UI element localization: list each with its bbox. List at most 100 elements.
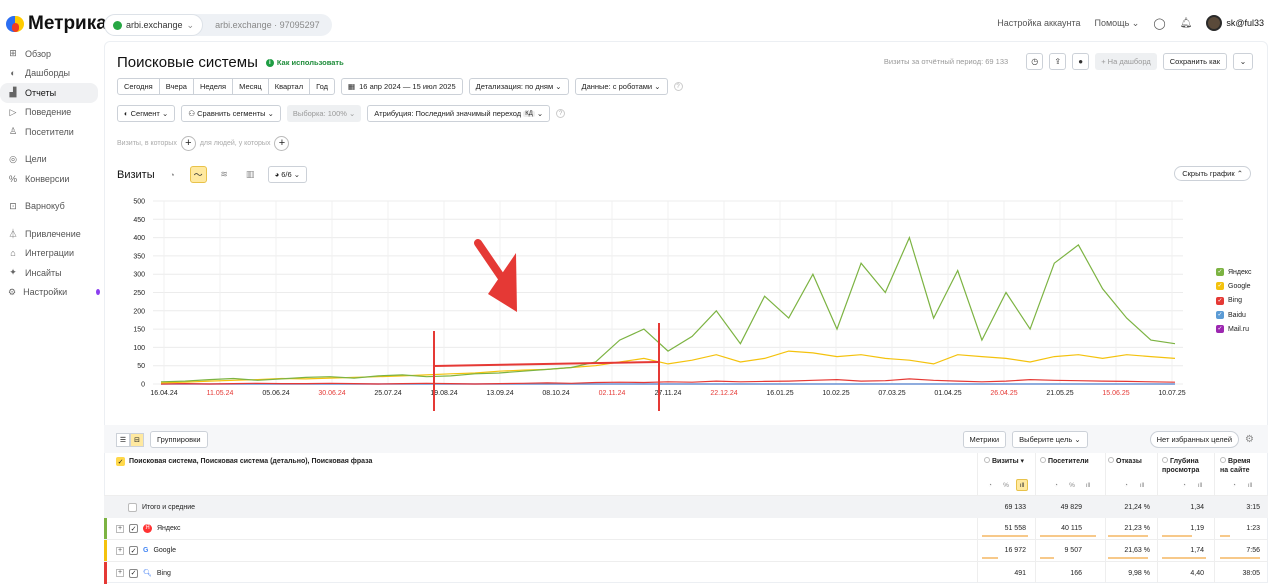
column-tools: ◔% ıll	[1050, 479, 1094, 491]
column-depth[interactable]: Глубина просмотра	[1162, 457, 1218, 475]
column-tools: ◔ ıll	[1120, 479, 1148, 491]
choose-goal-label: Выберите цель	[1019, 435, 1073, 444]
pie-icon[interactable]: ◔	[1178, 479, 1190, 491]
bars-icon[interactable]: ıll	[1194, 479, 1206, 491]
cell-visits: 491	[1014, 569, 1026, 577]
column-tools: ◔ ıll	[1178, 479, 1206, 491]
chart-legend: ✓ Яндекс ✓ Google ✓ Bing ✓ Baidu ✓ Mail.ru	[1216, 265, 1252, 336]
x-tick-label: 05.06.24	[262, 390, 289, 397]
table-row[interactable]: + ✓ Я Яндекс 51 558 40 115 21,23 % 1,19 1:2…	[104, 518, 1268, 540]
legend-item[interactable]: ✓ Яндекс	[1216, 265, 1252, 279]
y-tick-label: 200	[133, 308, 145, 315]
view-switch: ☰ ⊟	[116, 432, 144, 447]
bars-icon[interactable]: ıll	[1082, 479, 1094, 491]
x-tick-label: 16.04.24	[150, 390, 177, 397]
x-tick-label: 10.07.25	[1158, 390, 1185, 397]
x-tick-label: 07.03.25	[878, 390, 905, 397]
pie-icon[interactable]: ◔	[1228, 479, 1240, 491]
x-tick-label: 11.05.24	[207, 390, 234, 397]
legend-label: Яндекс	[1228, 268, 1252, 276]
percent-icon[interactable]: %	[1000, 479, 1012, 491]
bars-icon[interactable]: ıll	[1136, 479, 1148, 491]
search-icon: 🔍︎	[143, 570, 152, 577]
column-time[interactable]: Время на сайте	[1220, 457, 1260, 475]
pie-icon[interactable]: ◔	[984, 479, 996, 491]
cell-time: 7:56	[1246, 547, 1260, 554]
y-tick-label: 300	[133, 272, 145, 279]
google-icon: G	[143, 547, 149, 554]
x-tick-label: 01.04.25	[934, 390, 961, 397]
legend-checkbox: ✓	[1216, 311, 1224, 320]
column-tools: ◔% ıll	[984, 479, 1028, 491]
checkbox-icon: ✓	[116, 457, 125, 466]
table-toolbar: ☰ ⊟ Группировки Метрики Выберите цель ⌄ …	[104, 425, 1268, 453]
dimension-title-label: Поисковая система, Поисковая система (де…	[129, 458, 373, 465]
cell-bounces: 21,24 %	[1124, 503, 1150, 511]
column-tools: ◔ ıll	[1228, 479, 1256, 491]
bars-icon[interactable]: ıll	[1244, 479, 1256, 491]
column-visits[interactable]: Визиты ▾	[984, 457, 1024, 466]
x-tick-label: 16.01.25	[766, 390, 793, 397]
gear-icon[interactable]: ⚙	[1245, 434, 1254, 445]
table-row[interactable]: + ✓ G Google 16 972 9 507 21,63 % 1,74 7:56	[104, 540, 1268, 562]
legend-item[interactable]: ✓ Baidu	[1216, 308, 1252, 322]
legend-checkbox: ✓	[1216, 282, 1224, 291]
yandex-icon: Я	[143, 524, 152, 533]
legend-checkbox: ✓	[1216, 296, 1224, 305]
visits-chart[interactable]: 0 50 100 150 200 250 300 350 400 450 500 16.04.24 11…	[0, 0, 1280, 425]
table-row-total: Итого и средние 69 133 49 829 21,24 % 1,…	[104, 496, 1268, 518]
choose-goal-select[interactable]: Выберите цель ⌄	[1012, 431, 1088, 448]
pie-icon[interactable]: ◔	[1120, 479, 1132, 491]
x-tick-label: 21.05.25	[1046, 390, 1073, 397]
y-tick-label: 400	[133, 235, 145, 242]
legend-label: Baidu	[1228, 311, 1246, 319]
column-bounces[interactable]: Отказы	[1108, 457, 1142, 466]
row-checkbox[interactable]: ✓	[129, 568, 138, 578]
table-header: ✓ Поисковая система, Поисковая система (д…	[104, 453, 1268, 496]
y-tick-label: 500	[133, 199, 145, 206]
list-icon[interactable]: ☰	[116, 432, 130, 447]
cell-visitors: 166	[1070, 569, 1082, 577]
expand-icon[interactable]: +	[116, 524, 124, 533]
cell-time: 1:23	[1246, 525, 1260, 532]
dimension-title[interactable]: ✓ Поисковая система, Поисковая система (д…	[116, 457, 372, 466]
favorite-goals-label: Нет избранных целей	[1156, 435, 1233, 444]
tree-icon[interactable]: ⊟	[130, 432, 144, 447]
metrics-button[interactable]: Метрики	[962, 431, 1007, 448]
favorite-goals-button[interactable]: Нет избранных целей	[1149, 431, 1240, 448]
cell-bounces: 21,23 %	[1124, 525, 1150, 532]
legend-item[interactable]: ✓ Google	[1216, 279, 1252, 293]
x-tick-label: 22.12.24	[710, 390, 737, 397]
column-label: Посетители	[1048, 458, 1089, 465]
row-checkbox[interactable]: ✓	[129, 546, 138, 555]
cell-visitors: 40 115	[1061, 525, 1082, 532]
expand-icon[interactable]: +	[116, 569, 124, 577]
y-tick-label: 50	[137, 363, 145, 370]
legend-checkbox: ✓	[1216, 268, 1224, 277]
bars-icon[interactable]: ıll	[1016, 479, 1028, 491]
row-checkbox[interactable]: ✓	[129, 524, 138, 533]
cell-visits: 51 558	[1004, 525, 1026, 532]
x-tick-label: 10.02.25	[822, 390, 849, 397]
groupings-button[interactable]: Группировки	[150, 431, 208, 448]
expand-icon[interactable]: +	[116, 546, 124, 555]
table-row[interactable]: + ✓ 🔍︎ Bing 491 166 9,98 % 4,40 38:05	[104, 562, 1268, 584]
pie-icon[interactable]: ◔	[1050, 479, 1062, 491]
row-name: Google	[153, 547, 177, 554]
cell-time: 38:05	[1242, 569, 1260, 577]
legend-item[interactable]: ✓ Mail.ru	[1216, 322, 1252, 336]
x-tick-label: 15.06.25	[1102, 390, 1129, 397]
x-tick-label: 08.10.24	[542, 390, 569, 397]
row-checkbox[interactable]	[128, 502, 137, 512]
legend-item[interactable]: ✓ Bing	[1216, 294, 1252, 308]
x-tick-label: 13.09.24	[486, 390, 513, 397]
legend-checkbox: ✓	[1216, 325, 1224, 334]
column-visitors[interactable]: Посетители	[1040, 457, 1089, 466]
legend-label: Google	[1228, 282, 1251, 290]
cell-bounces: 21,63 %	[1124, 547, 1150, 554]
legend-label: Mail.ru	[1228, 325, 1250, 333]
percent-icon[interactable]: %	[1066, 479, 1078, 491]
cell-depth: 1,34	[1190, 503, 1204, 511]
x-tick-label: 25.07.24	[374, 390, 401, 397]
column-label: Визиты ▾	[992, 458, 1025, 465]
